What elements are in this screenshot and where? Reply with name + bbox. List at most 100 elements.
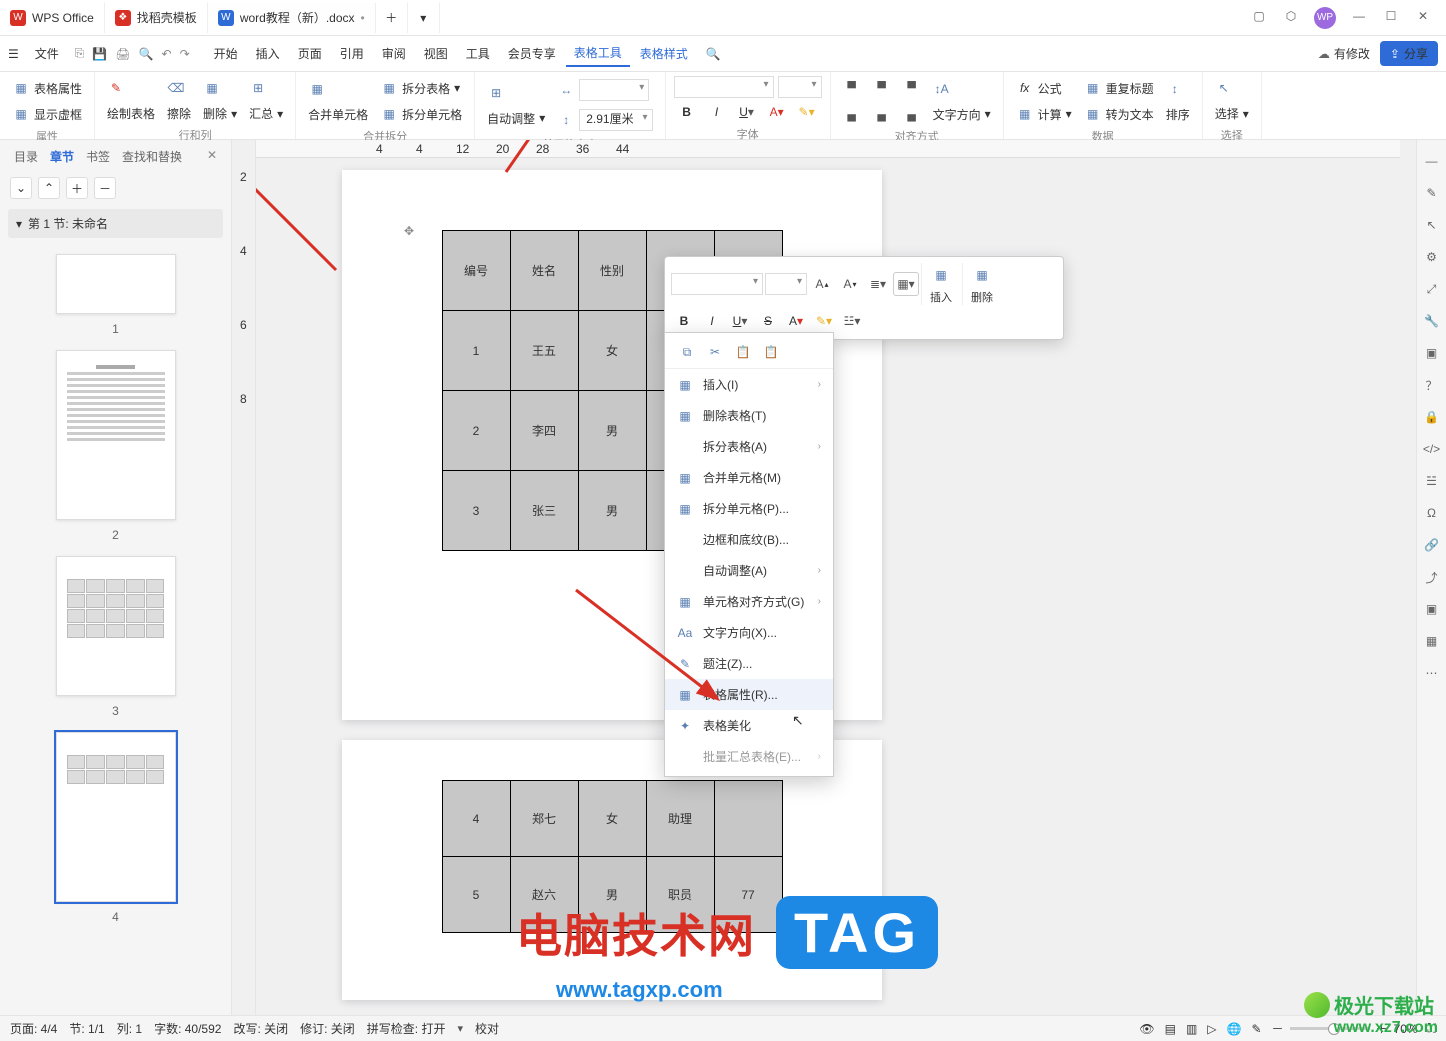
mini-highlight[interactable]: ✎▾	[811, 309, 837, 333]
pencil-icon[interactable]: ✎	[1251, 1022, 1261, 1036]
select-button[interactable]: ↖	[1211, 76, 1253, 100]
page-thumbnail[interactable]	[56, 350, 176, 520]
minimize-button[interactable]: —	[1350, 7, 1368, 25]
context-menu-item[interactable]: 自动调整(A)›	[665, 555, 833, 586]
page-thumbnail[interactable]	[56, 732, 176, 902]
menu-insert[interactable]: 插入	[248, 41, 288, 66]
menu-page[interactable]: 页面	[290, 41, 330, 66]
tab-find[interactable]: 查找和替换	[122, 148, 182, 165]
mini-font-select[interactable]	[671, 273, 763, 295]
document-canvas[interactable]: 441220283644 ✥ 编号姓名性别职位 1王五女职员 2李四男职员 3张…	[256, 140, 1416, 1015]
share-button[interactable]: ⇪ 分享	[1380, 41, 1438, 66]
help-icon[interactable]: ？	[1423, 376, 1441, 394]
search-icon[interactable]: 🔍	[698, 43, 729, 65]
viewmode2-icon[interactable]: ▥	[1186, 1022, 1197, 1036]
eraser-button[interactable]: ⌫	[163, 76, 195, 100]
outline-icon[interactable]: ☱	[1423, 472, 1441, 490]
expand-button[interactable]: ⌃	[38, 177, 60, 199]
size-select[interactable]	[778, 76, 822, 98]
font-color-button[interactable]: A▾	[764, 100, 790, 124]
repeat-header-button[interactable]: ▦重复标题	[1080, 76, 1158, 100]
mini-italic[interactable]: I	[699, 309, 725, 333]
wrench-icon[interactable]: 🔧	[1423, 312, 1441, 330]
align-tc[interactable]: ▀	[869, 76, 895, 100]
cut-icon[interactable]: ✂	[707, 345, 723, 360]
tab-document[interactable]: W word教程（新）.docx •	[208, 3, 376, 33]
omega-icon[interactable]: Ω	[1423, 504, 1441, 522]
eye-icon[interactable]: 👁	[1139, 1022, 1154, 1036]
mini-insert-label[interactable]: 插入	[930, 289, 952, 305]
preview-icon[interactable]: 🔍	[139, 47, 154, 61]
remove-section-button[interactable]: －	[94, 177, 116, 199]
table-row[interactable]: 4郑七女助理	[442, 781, 782, 857]
hamburger-icon[interactable]: ☰	[8, 47, 19, 61]
split-table-button[interactable]: ▦拆分表格▾	[376, 76, 466, 100]
layers-icon[interactable]: ▣	[1423, 344, 1441, 362]
tab-menu-button[interactable]: ▾	[408, 3, 440, 33]
tab-chapter[interactable]: 章节	[50, 148, 74, 165]
menu-member[interactable]: 会员专享	[500, 41, 564, 66]
open-icon[interactable]: ⎘	[75, 46, 85, 61]
text-direction-button[interactable]: ↕A	[929, 77, 995, 101]
transform-icon[interactable]: ⤢	[1423, 280, 1441, 298]
redo-icon[interactable]: ↷	[180, 47, 190, 61]
calc-button[interactable]: ▦计算▾	[1012, 102, 1076, 126]
align-tl[interactable]: ▀	[839, 76, 865, 100]
collapse-button[interactable]: ⌄	[10, 177, 32, 199]
border-button[interactable]: ▦▾	[893, 272, 919, 296]
align-tr[interactable]: ▀	[899, 76, 925, 100]
context-menu-item[interactable]: ▦合并单元格(M)	[665, 462, 833, 493]
sum-label[interactable]: 汇总▾	[245, 102, 287, 125]
section-item[interactable]: ▾ 第 1 节: 未命名	[8, 209, 223, 238]
zoom-out-button[interactable]: －	[1272, 1020, 1284, 1037]
paste-special-icon[interactable]: 📋	[763, 345, 779, 360]
context-menu-item[interactable]: ✎题注(Z)...	[665, 648, 833, 679]
context-menu-item[interactable]: ▦拆分单元格(P)...	[665, 493, 833, 524]
context-menu-item[interactable]: 拆分表格(A)›	[665, 431, 833, 462]
mini-insert-icon[interactable]: ▦	[928, 263, 954, 287]
menu-table-tools[interactable]: 表格工具	[566, 40, 630, 67]
menu-table-style[interactable]: 表格样式	[632, 41, 696, 66]
cloud-status[interactable]: ☁ 有修改	[1318, 45, 1370, 62]
italic-button[interactable]: I	[704, 100, 730, 124]
sort-button[interactable]: ↕	[1162, 77, 1194, 101]
delete-label[interactable]: 删除▾	[199, 102, 241, 125]
sum-button[interactable]: ⊞	[245, 76, 287, 100]
copy-icon[interactable]: ⧉	[679, 345, 695, 360]
menu-review[interactable]: 审阅	[374, 41, 414, 66]
context-menu-item[interactable]: ▦表格属性(R)...	[665, 679, 833, 710]
context-menu-item[interactable]: Aa文字方向(X)...	[665, 617, 833, 648]
add-section-button[interactable]: ＋	[66, 177, 88, 199]
export-icon[interactable]: ⤴	[1423, 568, 1441, 586]
menu-ref[interactable]: 引用	[332, 41, 372, 66]
draw-table-label[interactable]: 绘制表格	[103, 102, 159, 125]
align-bl[interactable]: ▄	[839, 102, 865, 126]
align-br[interactable]: ▄	[899, 102, 925, 126]
menu-view[interactable]: 视图	[416, 41, 456, 66]
convert-text-button[interactable]: ▦转为文本	[1080, 102, 1158, 126]
pen-icon[interactable]: ✎	[1423, 184, 1441, 202]
column-indicator[interactable]: 列: 1	[117, 1020, 142, 1037]
height-input[interactable]: ↕2.91厘米	[553, 106, 656, 134]
section-indicator[interactable]: 节: 1/1	[69, 1020, 104, 1037]
minus-icon[interactable]: —	[1423, 152, 1441, 170]
split-cell-button[interactable]: ▦拆分单元格	[376, 102, 466, 126]
mini-size-select[interactable]	[765, 273, 807, 295]
app-tab[interactable]: W WPS Office	[0, 3, 105, 33]
page-thumbnail[interactable]	[56, 254, 176, 314]
word-count[interactable]: 字数: 40/592	[154, 1020, 221, 1037]
track-changes-indicator[interactable]: 修订: 关闭	[300, 1020, 355, 1037]
viewmode1-icon[interactable]: ▤	[1165, 1022, 1176, 1036]
table-properties-button[interactable]: ▦表格属性	[8, 76, 86, 100]
lock-icon[interactable]: 🔒	[1423, 408, 1441, 426]
context-menu-item[interactable]: 批量汇总表格(E)...›	[665, 741, 833, 772]
shrink-font-button[interactable]: A▾	[837, 272, 863, 296]
mini-font-color[interactable]: A▾	[783, 309, 809, 333]
grow-font-button[interactable]: A▴	[809, 272, 835, 296]
mini-strike[interactable]: S	[755, 309, 781, 333]
mini-delete-icon[interactable]: ▦	[969, 263, 995, 287]
menu-start[interactable]: 开始	[206, 41, 246, 66]
merge-cells-button[interactable]: ▦	[304, 77, 372, 101]
page-thumbnail[interactable]	[56, 556, 176, 696]
mini-delete-label[interactable]: 删除	[971, 289, 993, 305]
